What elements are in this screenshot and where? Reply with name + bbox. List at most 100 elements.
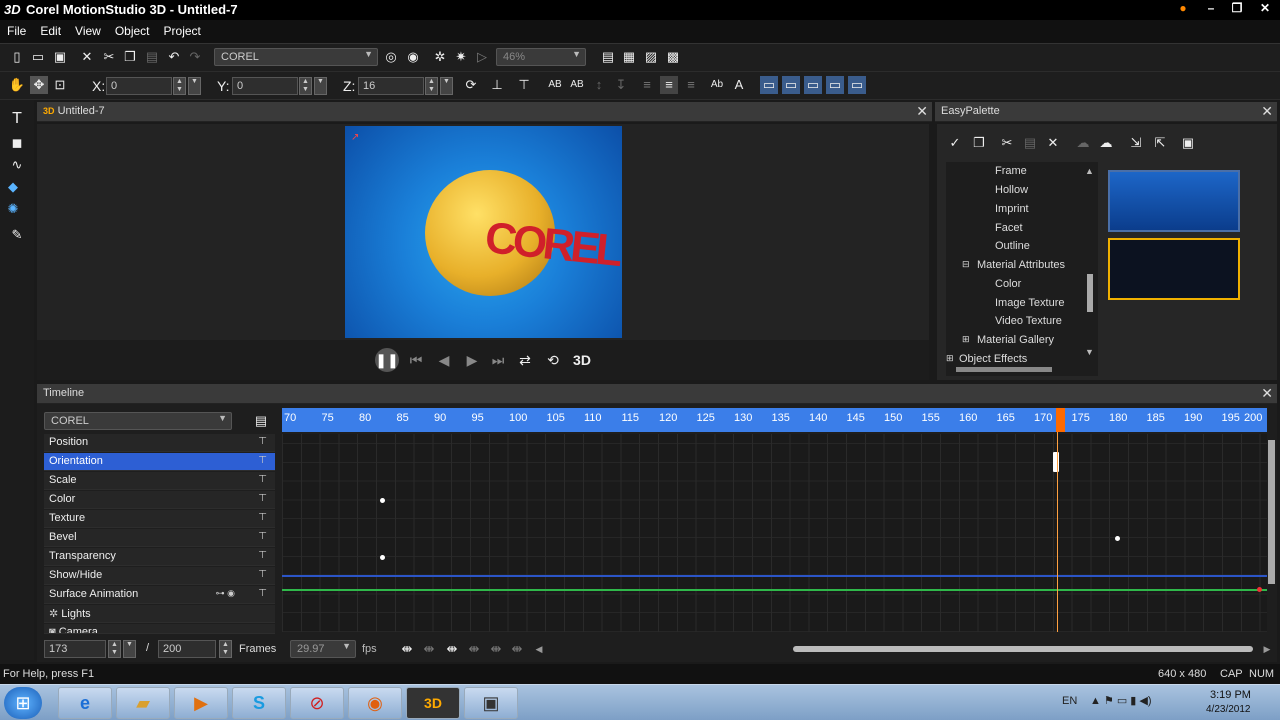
scale-icon[interactable]: ⊡ bbox=[51, 76, 69, 94]
align-icon[interactable]: ⊥ bbox=[488, 76, 506, 94]
keyframe[interactable] bbox=[380, 555, 385, 560]
expand-icon[interactable]: ⊞ bbox=[946, 353, 954, 364]
pause-button[interactable]: ❚❚ bbox=[375, 348, 399, 372]
x-input[interactable]: 0 bbox=[106, 77, 172, 95]
rotate-icon[interactable]: ⟳ bbox=[462, 76, 480, 94]
close-icon[interactable]: ✕ bbox=[1261, 103, 1273, 120]
next-frame-button[interactable]: ▶ bbox=[460, 348, 484, 372]
shape-tool-icon[interactable]: ◼ bbox=[8, 134, 26, 152]
media-player-icon[interactable]: ▶ bbox=[174, 687, 228, 719]
tree-item-imprint[interactable]: Imprint bbox=[995, 203, 1029, 215]
total-spinner[interactable]: ▲ ▼ bbox=[219, 640, 232, 658]
scroll-down-icon[interactable]: ▼ bbox=[1085, 347, 1094, 357]
keyframe-grid[interactable] bbox=[282, 434, 1267, 632]
tree-hscroll-thumb[interactable] bbox=[956, 367, 1052, 372]
text-spacing-icon[interactable]: AB bbox=[546, 76, 564, 94]
thumbnail-blue[interactable] bbox=[1108, 170, 1240, 232]
cut-icon[interactable]: ✂ bbox=[100, 48, 118, 66]
track-bevel[interactable]: Bevel ⊤ bbox=[44, 529, 275, 547]
menu-project[interactable]: Project bbox=[157, 20, 208, 42]
eye-icon[interactable]: ◉ bbox=[404, 48, 422, 66]
grid-icon[interactable]: ▦ bbox=[620, 48, 638, 66]
redo-icon[interactable]: ↷ bbox=[186, 48, 204, 66]
y-dropdown[interactable]: ▼ bbox=[314, 77, 327, 95]
start-button[interactable]: ⊞ bbox=[4, 687, 42, 719]
pin-icon[interactable]: ⊤ bbox=[258, 474, 267, 485]
frame-spinner[interactable]: ▲ ▼ bbox=[108, 640, 121, 658]
view-back-icon[interactable]: ▭ bbox=[826, 76, 844, 94]
z-dropdown[interactable]: ▼ bbox=[440, 77, 453, 95]
edit-tool-icon[interactable]: ✎ bbox=[8, 226, 26, 244]
align-left-icon[interactable]: ≡ bbox=[638, 76, 656, 94]
track-transparency[interactable]: Transparency ⊤ bbox=[44, 548, 275, 566]
view-top-icon[interactable]: ▭ bbox=[782, 76, 800, 94]
clock-date[interactable]: 4/23/2012 bbox=[1206, 704, 1251, 715]
last-frame-button[interactable]: ⏭ bbox=[486, 348, 510, 372]
track-position[interactable]: Position ⊤ bbox=[44, 434, 275, 452]
prev-frame-button[interactable]: ◀ bbox=[432, 348, 456, 372]
zoom-select[interactable]: 46% ▼ bbox=[496, 48, 586, 66]
loop-button[interactable]: ⇄ bbox=[513, 348, 537, 372]
close-icon[interactable]: ✕ bbox=[916, 103, 928, 120]
track-color[interactable]: Color ⊤ bbox=[44, 491, 275, 509]
key-reverse-icon[interactable]: ⇼ bbox=[487, 640, 505, 658]
first-frame-button[interactable]: ⏮ bbox=[404, 348, 428, 372]
text-depth-icon[interactable]: ↧ bbox=[612, 76, 630, 94]
settings-icon[interactable]: ▣ bbox=[1179, 134, 1197, 152]
font-select[interactable]: COREL ▼ bbox=[214, 48, 378, 66]
object-select[interactable]: COREL ▼ bbox=[44, 412, 232, 430]
tree-scrollbar-thumb[interactable] bbox=[1087, 274, 1093, 312]
menu-file[interactable]: File bbox=[0, 20, 33, 42]
lathe-tool-icon[interactable]: ∿ bbox=[8, 156, 26, 174]
duplicate-icon[interactable]: ❐ bbox=[970, 134, 988, 152]
tree-item-outline[interactable]: Outline bbox=[995, 240, 1030, 252]
align-right-icon[interactable]: ≡ bbox=[682, 76, 700, 94]
fps-select[interactable]: 29.97 ▼ bbox=[290, 640, 356, 658]
pin-icon[interactable]: ⊤ bbox=[258, 512, 267, 523]
menu-edit[interactable]: Edit bbox=[33, 20, 68, 42]
move-icon[interactable]: ✥ bbox=[30, 76, 48, 94]
ie-icon[interactable]: e bbox=[58, 687, 112, 719]
view-perspective-icon[interactable]: ▭ bbox=[848, 76, 866, 94]
tree-item-object-effects[interactable]: Object Effects bbox=[959, 353, 1027, 365]
frame-icon[interactable]: ▩ bbox=[664, 48, 682, 66]
import-icon[interactable]: ⇲ bbox=[1127, 134, 1145, 152]
skype-icon[interactable]: S bbox=[232, 687, 286, 719]
pin-icon[interactable]: ⊤ bbox=[258, 531, 267, 542]
current-frame-input[interactable]: 173 bbox=[44, 640, 106, 658]
keyframe[interactable] bbox=[1115, 536, 1120, 541]
minimize-button[interactable]: – bbox=[1200, 1, 1222, 18]
z-spinner[interactable]: ▲ ▼ bbox=[425, 77, 438, 95]
key-add-icon[interactable]: ⇼ bbox=[398, 640, 416, 658]
collapse-icon[interactable]: ⊟ bbox=[962, 259, 970, 270]
pin-icon[interactable]: ⊤ bbox=[258, 436, 267, 447]
new-file-icon[interactable]: ▯ bbox=[8, 48, 26, 66]
text-case-icon[interactable]: Ab bbox=[708, 76, 726, 94]
tree-item-image-texture[interactable]: Image Texture bbox=[995, 297, 1065, 309]
apply-icon[interactable]: ✓ bbox=[946, 134, 964, 152]
track-camera[interactable]: ◙ Camera bbox=[44, 624, 275, 634]
key-loop-icon[interactable]: ⇼ bbox=[508, 640, 526, 658]
track-surface-animation[interactable]: Surface Animation ⊶ ◉ ⊤ bbox=[44, 586, 275, 604]
tree-item-video-texture[interactable]: Video Texture bbox=[995, 315, 1062, 327]
x-dropdown[interactable]: ▼ bbox=[188, 77, 201, 95]
playhead-handle[interactable] bbox=[1056, 408, 1065, 432]
rotate-view-button[interactable]: ⟲ bbox=[541, 348, 565, 372]
distribute-icon[interactable]: ⊤ bbox=[515, 76, 533, 94]
link-icon[interactable]: ⊶ ◉ bbox=[216, 588, 235, 599]
explorer-icon[interactable]: ▰ bbox=[116, 687, 170, 719]
timeline-hscroll-thumb[interactable] bbox=[793, 646, 1253, 652]
3d-mode-button[interactable]: 3D bbox=[570, 348, 594, 372]
language-indicator[interactable]: EN bbox=[1062, 695, 1077, 707]
capture-app-icon[interactable]: ▣ bbox=[464, 687, 518, 719]
text-tool-icon[interactable]: T bbox=[8, 110, 26, 128]
clock-time[interactable]: 3:19 PM bbox=[1210, 689, 1251, 701]
track-options-icon[interactable]: ▤ bbox=[252, 412, 270, 430]
track-scale[interactable]: Scale ⊤ bbox=[44, 472, 275, 490]
scene-render[interactable]: COREL ↗ bbox=[345, 126, 622, 338]
tree-item-frame[interactable]: Frame bbox=[995, 165, 1027, 177]
track-texture[interactable]: Texture ⊤ bbox=[44, 510, 275, 528]
paste-icon[interactable]: ▤ bbox=[1021, 134, 1039, 152]
paste-icon[interactable]: ▤ bbox=[143, 48, 161, 66]
scroll-up-icon[interactable]: ▲ bbox=[1085, 166, 1094, 176]
